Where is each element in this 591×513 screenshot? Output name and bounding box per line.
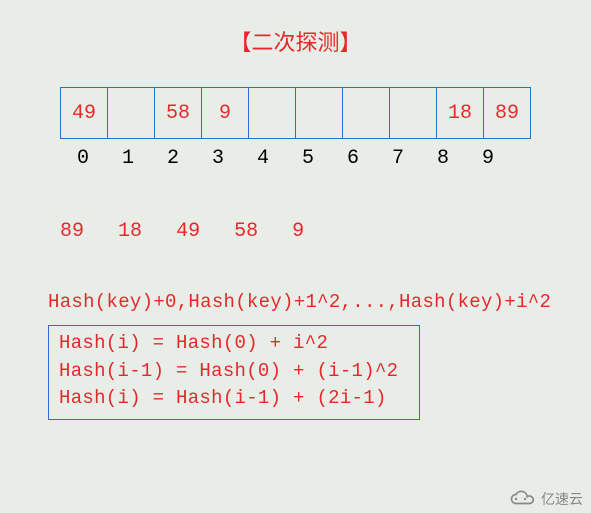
idx-4: 4 <box>240 147 286 170</box>
idx-0: 0 <box>60 147 106 170</box>
insert-sequence: 89 18 49 58 9 <box>60 220 591 243</box>
cell-1 <box>107 87 155 139</box>
probe-formula-line: Hash(key)+0,Hash(key)+1^2,...,Hash(key)+… <box>48 291 591 313</box>
cell-2: 58 <box>154 87 202 139</box>
cell-4 <box>248 87 296 139</box>
idx-3: 3 <box>195 147 241 170</box>
idx-7: 7 <box>375 147 421 170</box>
cell-8: 18 <box>436 87 484 139</box>
cell-5 <box>295 87 343 139</box>
cell-6 <box>342 87 390 139</box>
cell-3: 9 <box>201 87 249 139</box>
cell-9: 89 <box>483 87 531 139</box>
cloud-logo-icon <box>507 490 537 508</box>
hash-table-wrap: 49 58 9 18 89 0 1 2 3 4 5 6 7 8 9 <box>60 87 591 170</box>
idx-5: 5 <box>285 147 331 170</box>
formula-line-3: Hash(i) = Hash(i-1) + (2i-1) <box>59 385 409 413</box>
idx-1: 1 <box>105 147 151 170</box>
idx-6: 6 <box>330 147 376 170</box>
formula-line-1: Hash(i) = Hash(0) + i^2 <box>59 330 409 358</box>
watermark-text: 亿速云 <box>541 489 583 509</box>
idx-8: 8 <box>420 147 466 170</box>
hash-table-row: 49 58 9 18 89 <box>60 87 591 139</box>
seq-1: 18 <box>118 220 142 243</box>
seq-0: 89 <box>60 220 84 243</box>
formula-line-2: Hash(i-1) = Hash(0) + (i-1)^2 <box>59 358 409 386</box>
cell-7 <box>389 87 437 139</box>
seq-3: 58 <box>234 220 258 243</box>
seq-4: 9 <box>292 220 304 243</box>
index-row: 0 1 2 3 4 5 6 7 8 9 <box>60 147 591 170</box>
seq-2: 49 <box>176 220 200 243</box>
cell-0: 49 <box>60 87 108 139</box>
diagram-title: 【二次探测】 <box>0 0 591 87</box>
idx-9: 9 <box>465 147 511 170</box>
formula-derivation-box: Hash(i) = Hash(0) + i^2 Hash(i-1) = Hash… <box>48 325 420 420</box>
watermark: 亿速云 <box>507 489 583 509</box>
idx-2: 2 <box>150 147 196 170</box>
